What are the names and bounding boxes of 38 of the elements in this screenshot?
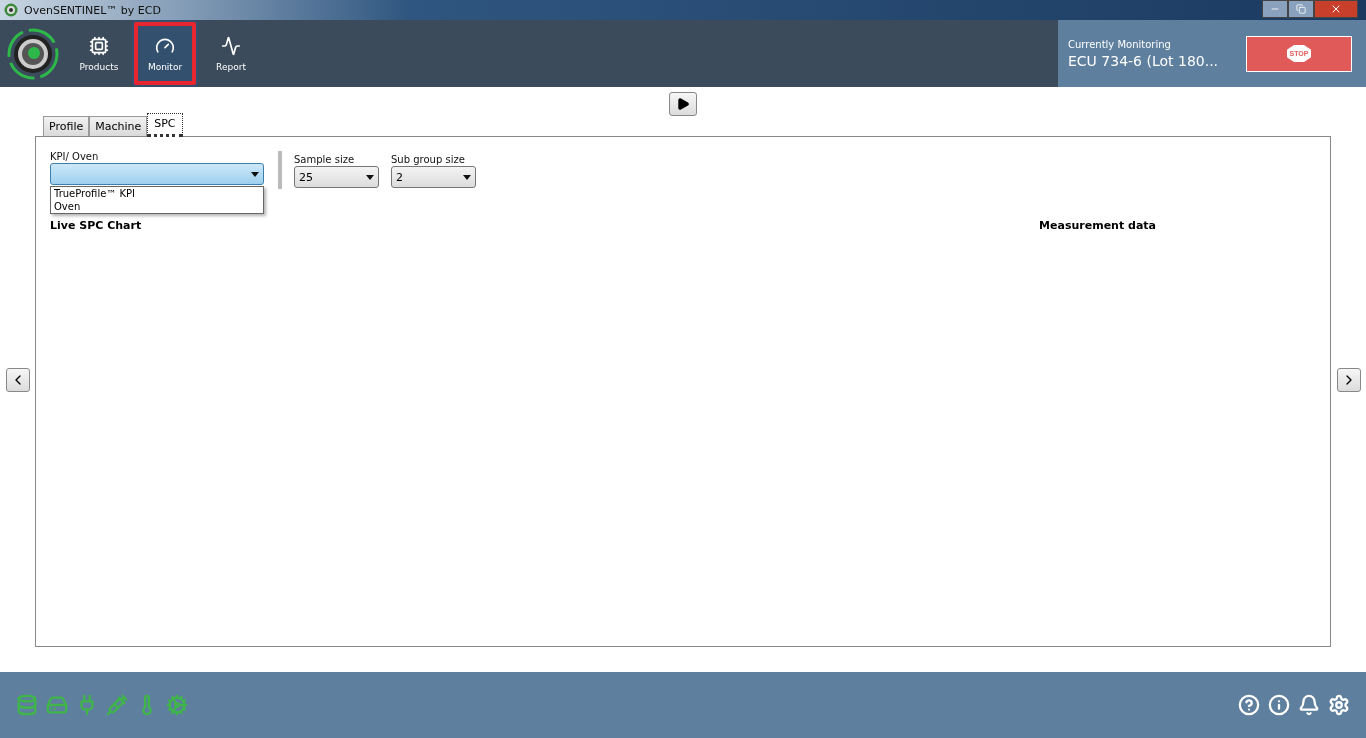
field-label: KPI/ Oven	[50, 151, 100, 162]
next-button[interactable]	[1336, 367, 1361, 392]
nav-tab[interactable]: Products	[66, 20, 132, 87]
caret-icon	[463, 174, 471, 180]
restore-button[interactable]	[1288, 0, 1314, 18]
restore-icon	[1296, 4, 1306, 14]
tab[interactable]: Profile	[43, 116, 90, 136]
tab[interactable]: SPC	[147, 113, 183, 137]
settings-icon[interactable]	[1328, 694, 1350, 716]
caret-icon	[366, 174, 374, 180]
monitoring-value: ECU 734-6 (Lot 180...	[1068, 52, 1220, 69]
monitoring-caption: Currently Monitoring	[1068, 38, 1172, 50]
previous-button[interactable]	[5, 367, 30, 392]
play-button[interactable]	[669, 92, 697, 116]
app-logo-icon	[4, 3, 18, 17]
nav-tab[interactable]: Report	[198, 20, 264, 87]
bell-icon[interactable]	[1298, 694, 1320, 716]
logo-icon	[7, 27, 59, 80]
sub-group-size-dropdown[interactable]: 2	[391, 166, 476, 188]
field-label: Sub group size	[391, 154, 466, 165]
tab[interactable]: Machine	[89, 116, 148, 136]
nav-tab[interactable]: Monitor	[132, 20, 198, 87]
info-icon[interactable]	[1268, 694, 1290, 716]
dropdown-option[interactable]: Oven	[51, 200, 263, 213]
help-icon[interactable]	[1238, 694, 1260, 716]
dropdown-option[interactable]: TrueProfile™ KPI	[51, 187, 263, 200]
field-label: Sample size	[294, 154, 356, 165]
chart-heading: Live SPC Chart	[50, 219, 142, 232]
kpi-dropdown[interactable]	[50, 163, 264, 185]
chip-icon	[89, 35, 109, 56]
caret-icon	[251, 171, 259, 177]
sample-size-dropdown[interactable]: 25	[294, 166, 379, 188]
window-title: OvenSENTINEL™ by ECD	[24, 3, 161, 17]
measurement-heading: Measurement data	[1039, 219, 1156, 232]
play-icon	[676, 97, 690, 111]
chart-line-icon	[221, 35, 241, 56]
close-icon	[1330, 3, 1342, 15]
minimize-button[interactable]	[1262, 0, 1288, 18]
